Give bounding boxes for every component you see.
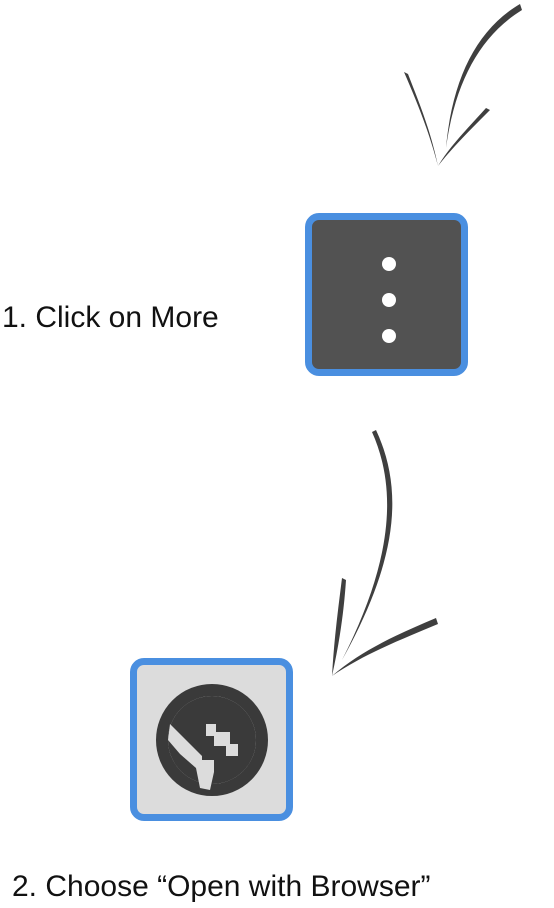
open-with-browser-button[interactable] bbox=[130, 658, 293, 821]
step-1-label: 1. Click on More bbox=[2, 301, 219, 334]
more-button[interactable] bbox=[305, 213, 468, 376]
step-2-label: 2. Choose “Open with Browser” bbox=[12, 870, 431, 903]
more-dot bbox=[382, 293, 396, 307]
more-dot bbox=[382, 257, 396, 271]
globe-icon bbox=[156, 684, 268, 796]
more-dot bbox=[382, 329, 396, 343]
